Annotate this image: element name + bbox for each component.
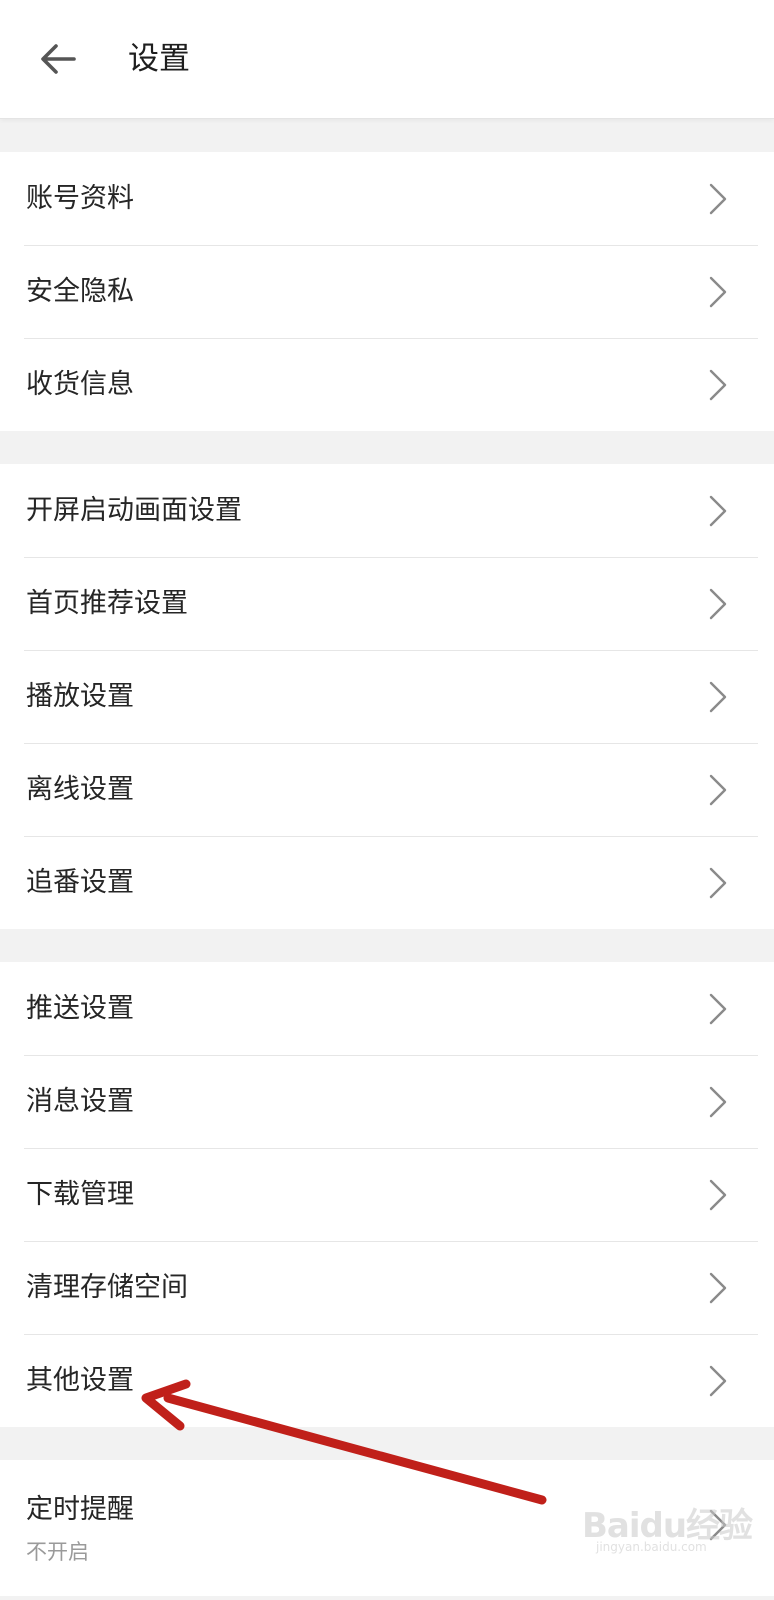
page-title: 设置 bbox=[128, 41, 190, 77]
settings-item-label: 收货信息 bbox=[26, 369, 134, 400]
settings-item-account-profile[interactable]: 账号资料 bbox=[0, 152, 774, 245]
settings-item-security-privacy[interactable]: 安全隐私 bbox=[0, 245, 774, 338]
settings-group-account: 账号资料 安全隐私 收货信息 bbox=[0, 152, 774, 431]
settings-item-shipping-info[interactable]: 收货信息 bbox=[0, 338, 774, 431]
settings-item-label: 账号资料 bbox=[26, 183, 134, 214]
chevron-right-icon bbox=[709, 774, 727, 806]
chevron-right-icon bbox=[709, 1365, 727, 1397]
settings-item-label: 开屏启动画面设置 bbox=[26, 495, 242, 526]
settings-item-label: 离线设置 bbox=[26, 774, 134, 805]
settings-item-status: 不开启 bbox=[26, 1540, 89, 1564]
settings-item-label: 清理存储空间 bbox=[26, 1272, 188, 1303]
settings-item-messages[interactable]: 消息设置 bbox=[0, 1055, 774, 1148]
settings-item-label: 安全隐私 bbox=[26, 276, 134, 307]
chevron-right-icon bbox=[709, 1179, 727, 1211]
chevron-right-icon bbox=[709, 183, 727, 215]
settings-group-reminder: 定时提醒 不开启 bbox=[0, 1460, 774, 1596]
settings-item-playback[interactable]: 播放设置 bbox=[0, 650, 774, 743]
chevron-right-icon bbox=[709, 1272, 727, 1304]
settings-item-label: 追番设置 bbox=[26, 867, 134, 898]
chevron-right-icon bbox=[709, 1086, 727, 1118]
settings-item-label: 首页推荐设置 bbox=[26, 588, 188, 619]
settings-item-timed-reminder[interactable]: 定时提醒 不开启 bbox=[0, 1460, 774, 1596]
settings-item-push[interactable]: 推送设置 bbox=[0, 962, 774, 1055]
settings-item-label: 播放设置 bbox=[26, 681, 134, 712]
chevron-right-icon bbox=[709, 495, 727, 527]
settings-item-downloads[interactable]: 下载管理 bbox=[0, 1148, 774, 1241]
chevron-right-icon bbox=[709, 588, 727, 620]
settings-item-label: 定时提醒 bbox=[26, 1494, 134, 1525]
settings-item-clear-storage[interactable]: 清理存储空间 bbox=[0, 1241, 774, 1334]
back-button[interactable] bbox=[28, 34, 88, 84]
settings-item-label: 消息设置 bbox=[26, 1086, 134, 1117]
settings-item-splash-screen[interactable]: 开屏启动画面设置 bbox=[0, 464, 774, 557]
settings-item-follow-series[interactable]: 追番设置 bbox=[0, 836, 774, 929]
chevron-right-icon bbox=[709, 681, 727, 713]
top-app-bar: 设置 bbox=[0, 0, 774, 119]
settings-group-display: 开屏启动画面设置 首页推荐设置 播放设置 离线设置 追番设置 bbox=[0, 464, 774, 929]
settings-item-home-recommend[interactable]: 首页推荐设置 bbox=[0, 557, 774, 650]
chevron-right-icon bbox=[709, 276, 727, 308]
settings-item-label: 下载管理 bbox=[26, 1179, 134, 1210]
arrow-left-icon bbox=[41, 44, 76, 74]
settings-item-other[interactable]: 其他设置 bbox=[0, 1334, 774, 1427]
chevron-right-icon bbox=[709, 867, 727, 899]
settings-item-label: 推送设置 bbox=[26, 993, 134, 1024]
chevron-right-icon bbox=[709, 1509, 727, 1541]
settings-item-offline[interactable]: 离线设置 bbox=[0, 743, 774, 836]
chevron-right-icon bbox=[709, 369, 727, 401]
settings-item-label: 其他设置 bbox=[26, 1365, 134, 1396]
chevron-right-icon bbox=[709, 993, 727, 1025]
settings-group-system: 推送设置 消息设置 下载管理 清理存储空间 其他设置 bbox=[0, 962, 774, 1427]
